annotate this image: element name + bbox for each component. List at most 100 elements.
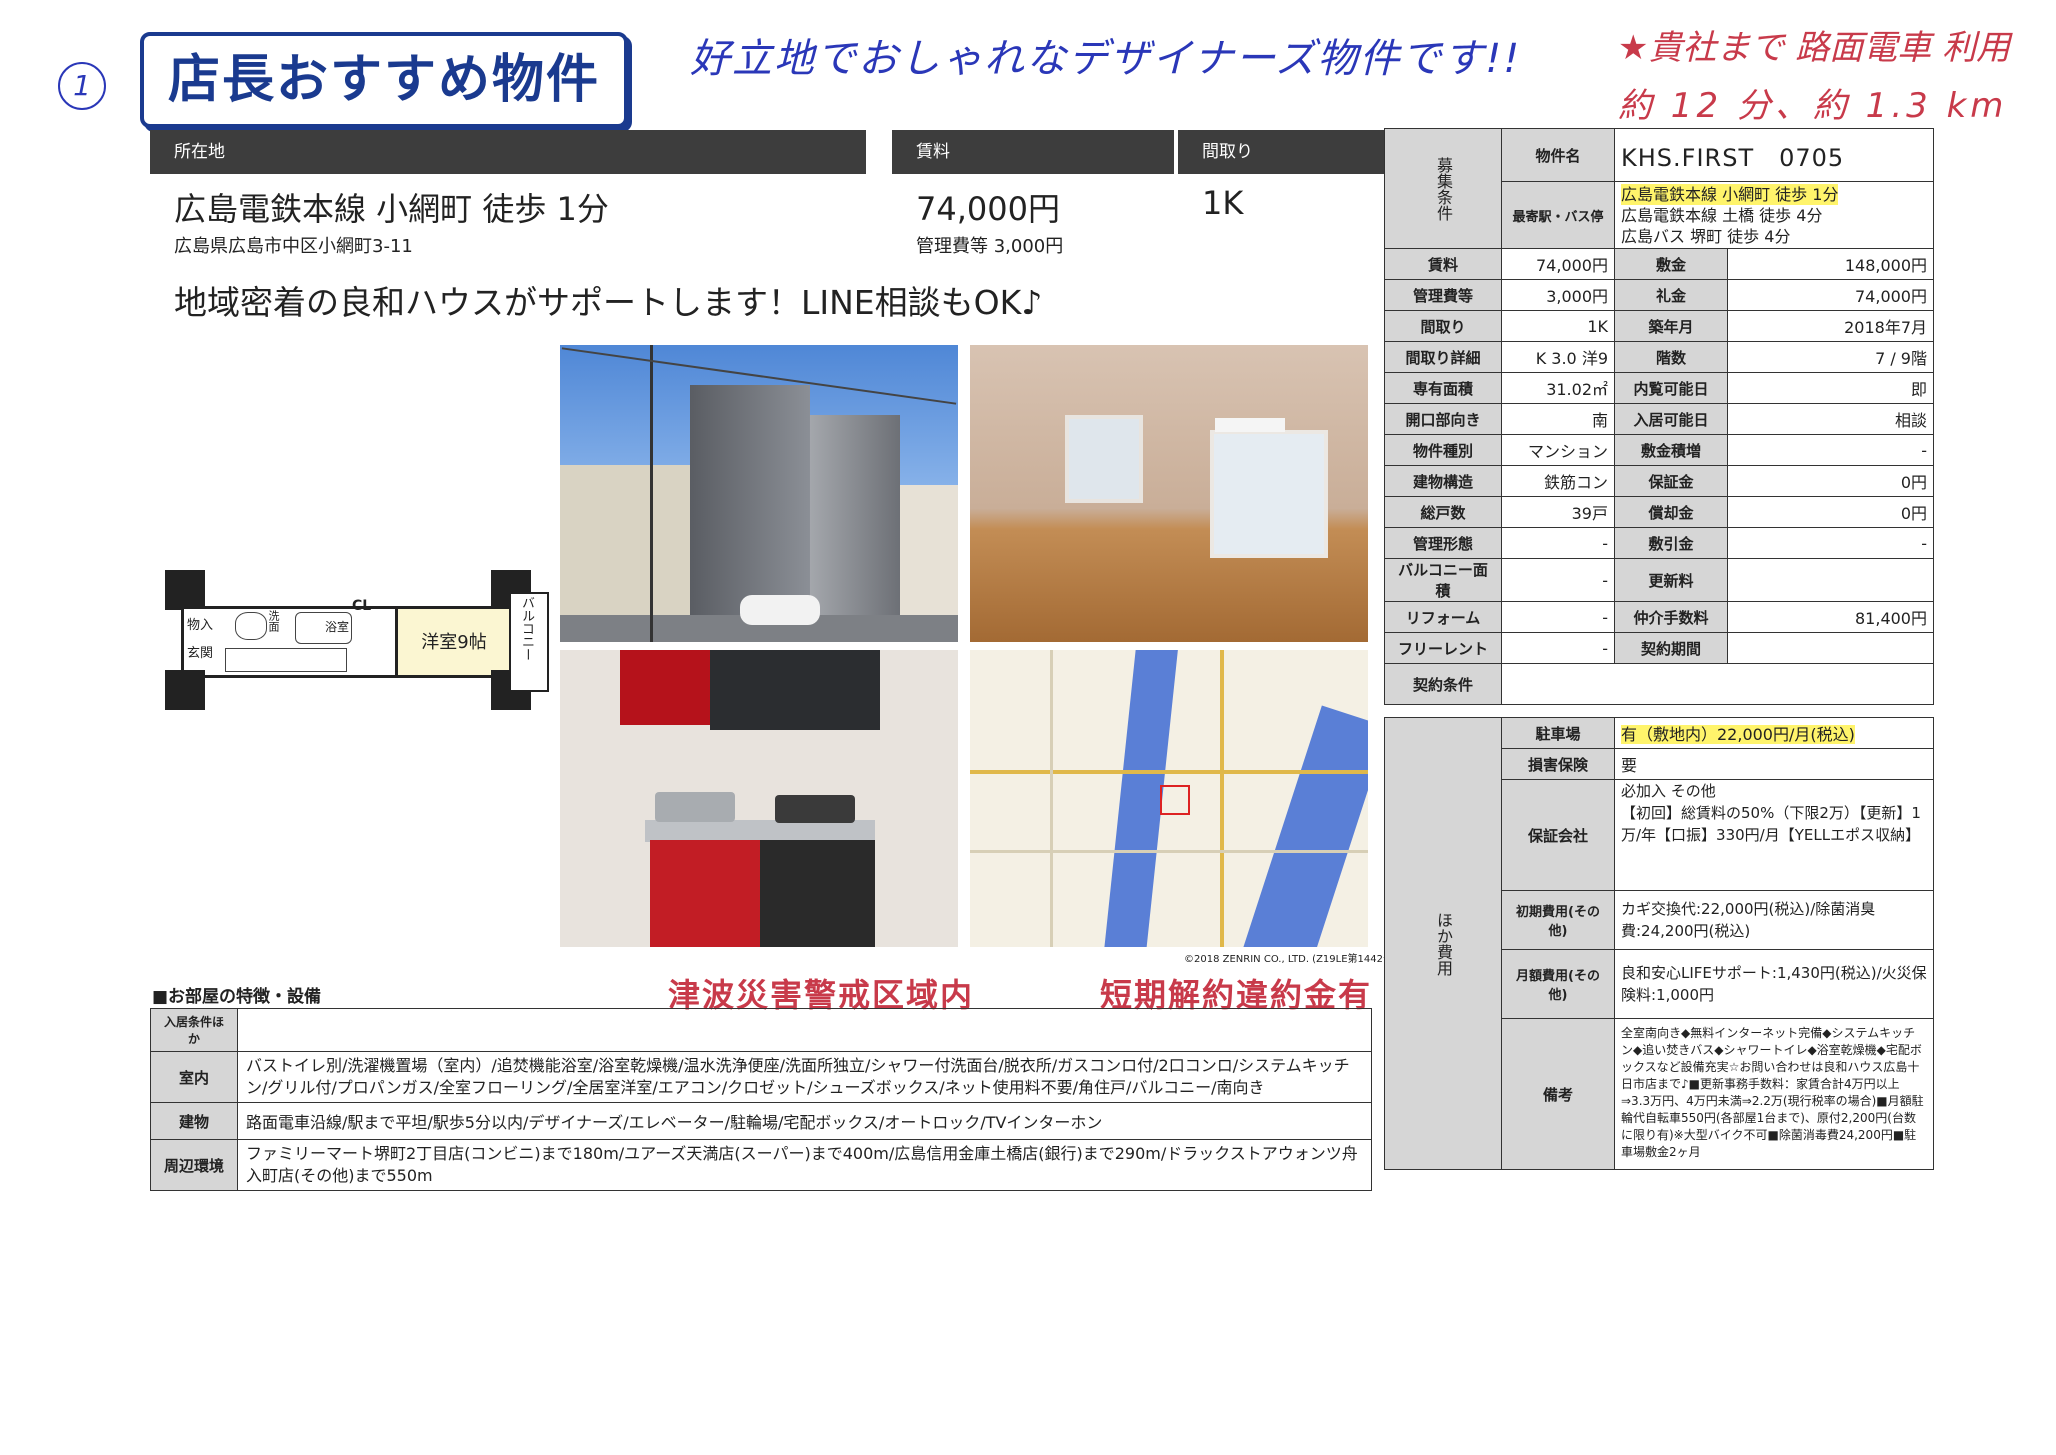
map-credit: ©2018 ZENRIN CO., LTD. (Z19LE第1442号) [1184, 954, 1397, 965]
spec-label: バルコニー面積 [1384, 558, 1502, 602]
handwritten-comment: 好立地でおしゃれなデザイナーズ物件です!! [690, 36, 1522, 82]
spec-label: 階数 [1614, 341, 1728, 373]
table-row: 募集条件 物件名 KHS.FIRST 0705 [1384, 128, 1934, 249]
table-row: ほか費用 駐車場 有（敷地内）22,000円/月(税込) [1384, 717, 1934, 1170]
address: 広島県広島市中区小網町3-11 [174, 236, 413, 257]
spec-value: 81,400円 [1727, 601, 1934, 633]
floorplan-storage-label: 物入 [187, 618, 214, 633]
features-value-building: 路面電車沿線/駅まで平坦/駅歩5分以内/デザイナーズ/エレベーター/駐輪場/宅配… [237, 1102, 1372, 1140]
spec-sheet: 募集条件 物件名 KHS.FIRST 0705 最寄駅・バス停 広島電鉄本線 小… [1384, 128, 1934, 1170]
parking-label: 駐車場 [1501, 717, 1615, 749]
spec-label: 内覧可能日 [1614, 372, 1728, 404]
station-1: 広島電鉄本線 小網町 徒歩 1分 [1621, 183, 1839, 205]
spec-label: 建物構造 [1384, 465, 1502, 497]
spec-value: 3,000円 [1501, 279, 1615, 311]
spec-value: - [1501, 601, 1615, 633]
table-row: 間取り 1K 築年月 2018年7月 [1384, 310, 1934, 342]
floorplan: 洋室9帖 CL 物入 玄関 洗面 浴室 バルコニー [165, 570, 555, 710]
table-row: 間取り詳細 K 3.0 洋9 階数 7 / 9階 [1384, 341, 1934, 373]
handwritten-number: 1 [58, 62, 106, 110]
other-side-label: ほか費用 [1384, 717, 1502, 1170]
initial-cost-value: カギ交換代:22,000円(税込)/除菌消臭費:24,200円(税込) [1614, 890, 1934, 950]
features-label-surroundings: 周辺環境 [150, 1139, 238, 1191]
station-list: 広島電鉄本線 小網町 徒歩 1分 広島電鉄本線 土橋 徒歩 4分 広島バス 堺町… [1614, 181, 1934, 249]
floorplan-entrance-label: 玄関 [187, 646, 214, 661]
spec-label: 仲介手数料 [1614, 601, 1728, 633]
table-row: 室内 バストイレ別/洗濯機置場（室内）/追焚機能浴室/浴室乾燥機/温水洗浄便座/洗… [150, 1051, 1372, 1103]
monthly-cost-value: 良和安心LIFEサポート:1,430円(税込)/火災保険料:1,000円 [1614, 949, 1934, 1019]
spec-value: マンション [1501, 434, 1615, 466]
guarantor-value: 必加入 その他 【初回】総賃料の50%（下限2万）【更新】1万/年【口振】330… [1614, 779, 1934, 891]
table-row: リフォーム - 仲介手数料 81,400円 [1384, 601, 1934, 633]
parking-value: 有（敷地内）22,000円/月(税込) [1614, 717, 1934, 749]
spec-label: 契約期間 [1614, 632, 1728, 664]
spec-value [1727, 632, 1934, 664]
handwritten-access-2: 約 12 分、約 1.3 km [1618, 86, 2008, 126]
initial-cost-label: 初期費用(その他) [1501, 890, 1615, 950]
features-title: ■お部屋の特徴・設備 [152, 987, 322, 1007]
spec-label: 礼金 [1614, 279, 1728, 311]
spec-value: - [1501, 558, 1615, 602]
features-table: 入居条件ほか 室内 バストイレ別/洗濯機置場（室内）/追焚機能浴室/浴室乾燥機/温… [150, 1008, 1372, 1191]
spec-value: 鉄筋コン [1501, 465, 1615, 497]
spec-value: 南 [1501, 403, 1615, 435]
spec-table: 募集条件 物件名 KHS.FIRST 0705 最寄駅・バス停 広島電鉄本線 小… [1384, 128, 1934, 705]
catchcopy: 地域密着の良和ハウスがサポートします！LINE相談もOK♪ [174, 283, 1043, 322]
floorplan-closet-label: CL [352, 598, 372, 614]
notes-label: 備考 [1501, 1018, 1615, 1170]
parking-text: 有（敷地内）22,000円/月(税込) [1621, 725, 1855, 744]
property-name-label: 物件名 [1501, 128, 1615, 182]
area-map [970, 650, 1368, 947]
features-value-interior: バストイレ別/洗濯機置場（室内）/追焚機能浴室/浴室乾燥機/温水洗浄便座/洗面所… [237, 1051, 1372, 1103]
spec-label: 管理形態 [1384, 527, 1502, 559]
table-row: バルコニー面積 - 更新料 [1384, 558, 1934, 602]
spec-value: 148,000円 [1727, 248, 1934, 280]
spec-label: 敷引金 [1614, 527, 1728, 559]
spec-label: 物件種別 [1384, 434, 1502, 466]
spec-label: 敷金 [1614, 248, 1728, 280]
spec-label: 管理費等 [1384, 279, 1502, 311]
spec-value: 2018年7月 [1727, 310, 1934, 342]
floorplan-balcony-label: バルコニー [519, 596, 534, 661]
spec-value: 31.02㎡ [1501, 372, 1615, 404]
spec-value: K 3.0 洋9 [1501, 341, 1615, 373]
other-cost-table: ほか費用 駐車場 有（敷地内）22,000円/月(税込) 損害保険 要 保証会社… [1384, 717, 1934, 1170]
station-2: 広島電鉄本線 土橋 徒歩 4分 [1621, 205, 1823, 225]
table-row: 総戸数 39戸 償却金 0円 [1384, 496, 1934, 528]
spec-value: 39戸 [1501, 496, 1615, 528]
station-3: 広島バス 堺町 徒歩 4分 [1621, 226, 1791, 246]
spec-value: 74,000円 [1727, 279, 1934, 311]
layout-header: 間取り [1178, 130, 1394, 174]
mgmt-fee: 管理費等 3,000円 [916, 236, 1064, 257]
floorplan-washroom-label: 洗面 [267, 610, 280, 632]
spec-label: 更新料 [1614, 558, 1728, 602]
building-exterior-photo [560, 345, 958, 642]
location-header: 所在地 [150, 130, 866, 174]
handwritten-access-1: ★貴社まで 路面電車 利用 [1618, 28, 2011, 68]
spec-label: 間取り [1384, 310, 1502, 342]
interior-room-photo [970, 345, 1368, 642]
spec-value: 即 [1727, 372, 1934, 404]
spec-label: フリーレント [1384, 632, 1502, 664]
insurance-label: 損害保険 [1501, 748, 1615, 780]
table-row: 契約条件 [1384, 663, 1934, 705]
spec-label: 開口部向き [1384, 403, 1502, 435]
table-row: 専有面積 31.02㎡ 内覧可能日即 [1384, 372, 1934, 404]
spec-label: 間取り詳細 [1384, 341, 1502, 373]
property-name: KHS.FIRST 0705 [1614, 128, 1934, 182]
spec-value: 74,000円 [1501, 248, 1615, 280]
spec-value: - [1727, 434, 1934, 466]
kitchen-photo [560, 650, 958, 947]
spec-label: 賃料 [1384, 248, 1502, 280]
features-value-surroundings: ファミリーマート堺町2丁目店(コンビニ)まで180m/ユアーズ天満店(スーパー)… [237, 1139, 1372, 1191]
insurance-value: 要 [1614, 748, 1934, 780]
table-row: 周辺環境 ファミリーマート堺町2丁目店(コンビニ)まで180m/ユアーズ天満店(ス… [150, 1139, 1372, 1191]
station-access: 広島電鉄本線 小網町 徒歩 1分 [174, 190, 609, 228]
spec-value: - [1501, 527, 1615, 559]
features-label-conditions: 入居条件ほか [150, 1008, 238, 1052]
table-row: 管理形態 - 敷引金 - [1384, 527, 1934, 559]
floorplan-room-label: 洋室9帖 [421, 632, 487, 653]
table-row: フリーレント - 契約期間 [1384, 632, 1934, 664]
monthly-cost-label: 月額費用(その他) [1501, 949, 1615, 1019]
spec-value: - [1727, 527, 1934, 559]
